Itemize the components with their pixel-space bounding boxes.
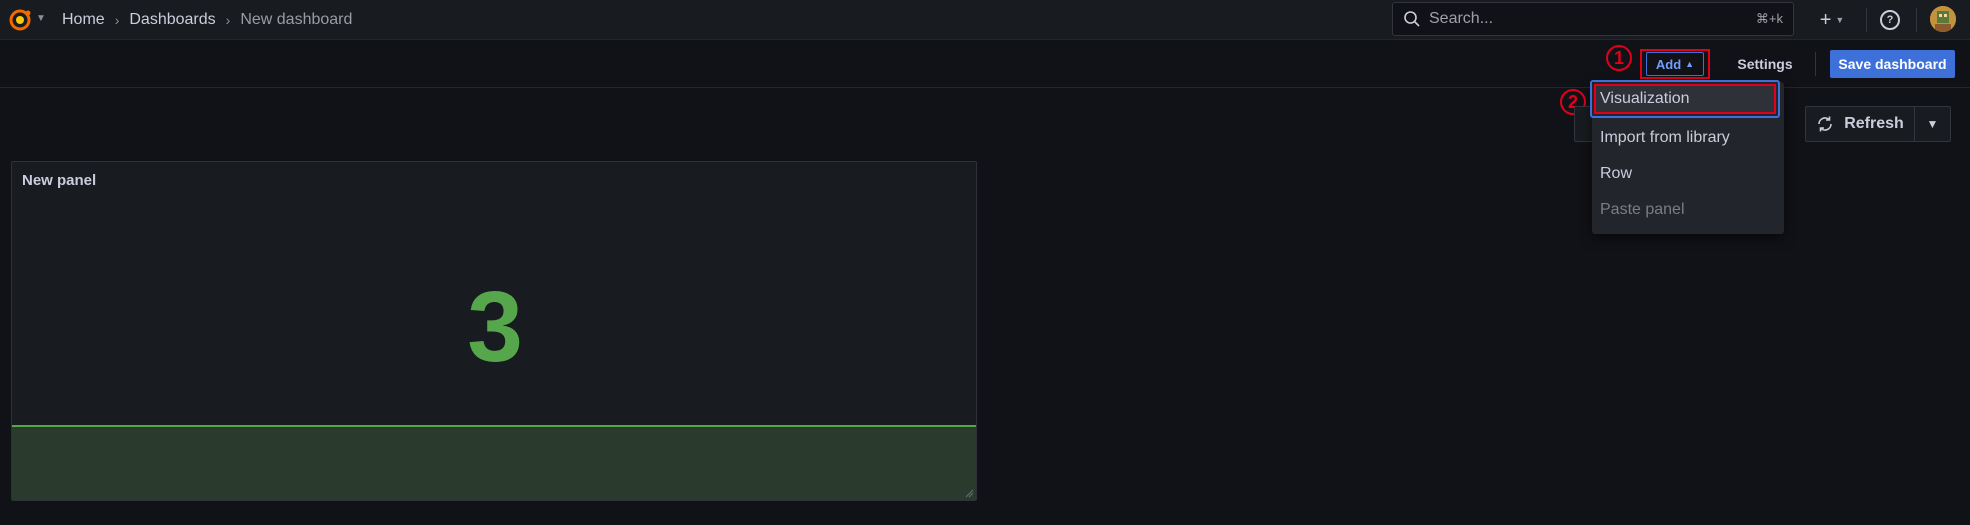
menu-item-label: Paste panel	[1600, 201, 1685, 218]
search-icon	[1404, 11, 1420, 27]
refresh-button[interactable]: Refresh	[1805, 106, 1915, 142]
refresh-interval-dropdown[interactable]: ▼	[1915, 106, 1951, 142]
search-input[interactable]: Search... ⌘+k	[1392, 2, 1794, 36]
add-button-inner[interactable]: Add ▲	[1646, 52, 1704, 76]
refresh-label: Refresh	[1844, 115, 1904, 132]
refresh-picker: Refresh ▼	[1805, 106, 1951, 142]
settings-button[interactable]: Settings	[1730, 50, 1800, 78]
add-button-label: Add	[1655, 56, 1682, 72]
breadcrumb-dashboards[interactable]: Dashboards	[129, 11, 215, 29]
panel-title[interactable]: New panel	[22, 172, 96, 189]
menu-item-paste-panel: Paste panel	[1592, 192, 1784, 228]
new-menu-button[interactable]: + ▼	[1812, 8, 1852, 32]
chevron-down-icon: ▼	[1835, 15, 1845, 25]
breadcrumb-current-page: New dashboard	[240, 11, 353, 28]
chevron-down-icon: ▼	[1926, 117, 1939, 131]
stat-panel[interactable]: New panel 3	[11, 161, 977, 501]
chevron-down-icon[interactable]: ▼	[36, 13, 46, 24]
menu-item-label: Import from library	[1600, 129, 1730, 146]
top-navigation-bar: ▼ Home › Dashboards › New dashboard Sear…	[0, 0, 1970, 40]
search-shortcut: ⌘+k	[1755, 11, 1783, 26]
plus-icon: +	[1819, 8, 1832, 31]
add-button[interactable]: Add ▲	[1640, 49, 1710, 79]
refresh-icon	[1818, 116, 1833, 132]
save-dashboard-button[interactable]: Save dashboard	[1830, 50, 1955, 78]
stat-value: 3	[467, 271, 523, 383]
divider	[1866, 8, 1867, 32]
resize-handle-icon[interactable]	[964, 488, 974, 498]
help-icon[interactable]: ?	[1880, 10, 1900, 30]
chevron-right-icon: ›	[225, 12, 231, 28]
grafana-logo-icon[interactable]	[6, 6, 34, 34]
breadcrumb-home[interactable]: Home	[62, 11, 105, 29]
breadcrumb: Home › Dashboards › New dashboard	[62, 0, 352, 40]
menu-item-row[interactable]: Row	[1592, 156, 1784, 192]
chevron-up-icon: ▲	[1685, 59, 1695, 69]
step-1-badge: 1	[1606, 45, 1632, 71]
divider	[1815, 52, 1816, 76]
menu-item-visualization[interactable]: Visualization	[1590, 80, 1780, 118]
search-placeholder: Search...	[1429, 10, 1494, 27]
divider	[1916, 8, 1917, 32]
menu-item-label: Visualization	[1600, 90, 1690, 107]
avatar[interactable]	[1930, 6, 1956, 32]
add-dropdown-menu: Visualization Import from library Row Pa…	[1590, 80, 1784, 234]
chevron-right-icon: ›	[114, 12, 120, 28]
menu-item-label: Row	[1600, 165, 1633, 182]
sparkline-area	[12, 425, 976, 500]
menu-item-import-from-library[interactable]: Import from library	[1592, 120, 1784, 156]
